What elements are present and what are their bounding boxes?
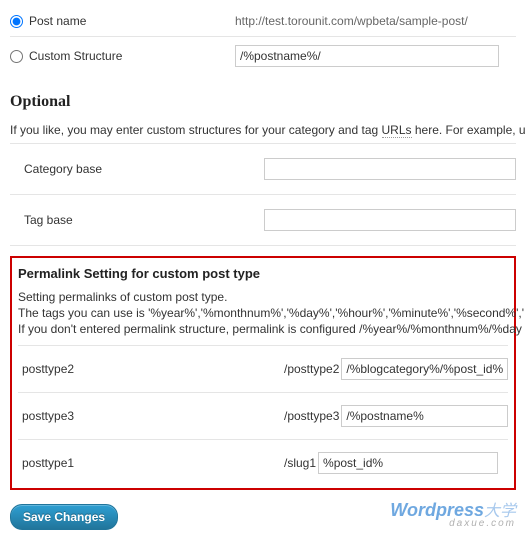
post-name-sample-url: http://test.torounit.com/wpbeta/sample-p… <box>235 14 468 28</box>
cpt-row-posttype2: posttype2 /posttype2 <box>18 345 508 392</box>
permalink-option-custom: Custom Structure <box>10 37 516 75</box>
cpt-label: posttype1 <box>18 456 284 470</box>
watermark-logo: Wordpress大学 daxue.com <box>390 504 516 530</box>
category-base-label: Category base <box>16 162 264 176</box>
cpt-prefix: /slug1 <box>284 456 318 470</box>
tag-base-input[interactable] <box>264 209 516 231</box>
radio-post-name-label: Post name <box>29 14 86 28</box>
cpt-prefix: /posttype3 <box>284 409 341 423</box>
cpt-heading: Permalink Setting for custom post type <box>18 266 508 281</box>
custom-structure-input[interactable] <box>235 45 499 67</box>
save-button[interactable]: Save Changes <box>10 504 118 530</box>
cpt-permalink-box: Permalink Setting for custom post type S… <box>10 256 516 490</box>
category-base-input[interactable] <box>264 158 516 180</box>
category-base-row: Category base <box>10 143 516 195</box>
urls-link[interactable]: URLs <box>382 123 412 138</box>
cpt-input-posttype1[interactable] <box>318 452 498 474</box>
tag-base-label: Tag base <box>16 213 264 227</box>
cpt-label: posttype2 <box>18 362 284 376</box>
optional-heading: Optional <box>10 93 516 111</box>
cpt-prefix: /posttype2 <box>284 362 341 376</box>
cpt-row-posttype1: posttype1 /slug1 <box>18 439 508 486</box>
optional-helper-text: If you like, you may enter custom struct… <box>10 123 516 137</box>
cpt-label: posttype3 <box>18 409 284 423</box>
permalink-option-post-name: Post name http://test.torounit.com/wpbet… <box>10 6 516 37</box>
cpt-description: Setting permalinks of custom post type. … <box>18 289 508 337</box>
radio-custom-structure-label: Custom Structure <box>29 49 122 63</box>
tag-base-row: Tag base <box>10 195 516 246</box>
radio-custom-structure[interactable] <box>10 50 23 63</box>
radio-post-name[interactable] <box>10 15 23 28</box>
cpt-input-posttype3[interactable] <box>341 405 508 427</box>
cpt-row-posttype3: posttype3 /posttype3 <box>18 392 508 439</box>
cpt-input-posttype2[interactable] <box>341 358 508 380</box>
